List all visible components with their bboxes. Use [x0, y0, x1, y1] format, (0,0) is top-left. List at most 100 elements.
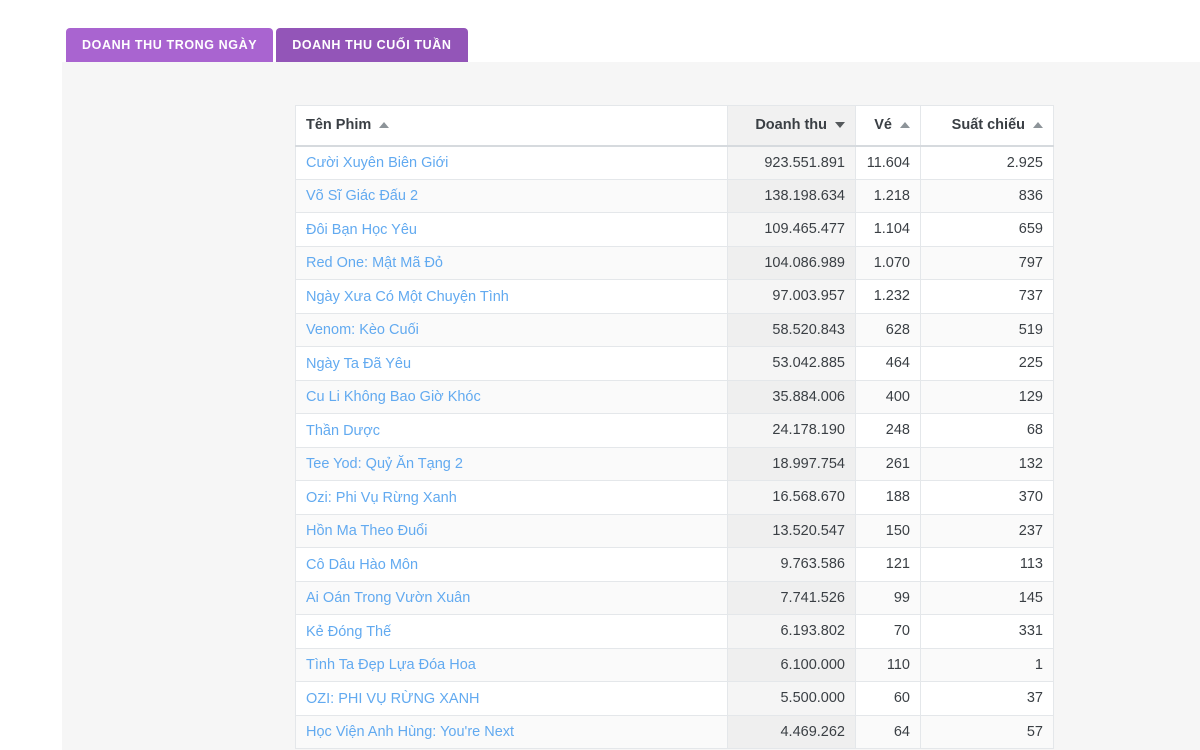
- cell-tick: 248: [855, 413, 921, 448]
- cell-tick: 628: [855, 312, 921, 347]
- movie-title-link[interactable]: Ozi: Phi Vụ Rừng Xanh: [306, 490, 457, 506]
- cell-rev: 6.193.802: [727, 614, 856, 649]
- movie-title-link[interactable]: Cô Dâu Hào Môn: [306, 557, 418, 573]
- cell-value: 737: [1018, 288, 1043, 305]
- cell-name: Thần Dược: [295, 413, 728, 448]
- movie-title-link[interactable]: Tình Ta Đẹp Lựa Đóa Hoa: [306, 657, 476, 673]
- cell-tick: 64: [855, 714, 921, 749]
- movie-title-link[interactable]: Tee Yod: Quỷ Ăn Tạng 2: [306, 456, 463, 472]
- cell-rev: 58.520.843: [727, 312, 856, 347]
- page-root: Doanh thu trong ngày Doanh thu cuối tuần …: [0, 0, 1200, 750]
- cell-value: 248: [885, 422, 910, 439]
- movie-title-link[interactable]: Thần Dược: [306, 423, 380, 439]
- cell-name: Cô Dâu Hào Môn: [295, 547, 728, 582]
- cell-value: 16.568.670: [772, 489, 845, 506]
- movie-title-link[interactable]: Võ Sĩ Giác Đấu 2: [306, 188, 418, 204]
- movie-title-link[interactable]: Hồn Ma Theo Đuổi: [306, 523, 427, 539]
- cell-value: 99: [893, 589, 910, 606]
- cell-rev: 13.520.547: [727, 513, 856, 548]
- cell-tick: 1.218: [855, 178, 921, 213]
- cell-show: 37: [920, 681, 1054, 716]
- movie-title-link[interactable]: Ai Oán Trong Vườn Xuân: [306, 590, 470, 606]
- movie-title-link[interactable]: Học Viện Anh Hùng: You're Next: [306, 724, 514, 740]
- tab-bar: Doanh thu trong ngày Doanh thu cuối tuần: [62, 0, 1200, 62]
- movie-title-link[interactable]: Venom: Kèo Cuối: [306, 322, 419, 338]
- cell-tick: 1.232: [855, 279, 921, 314]
- sort-asc-icon[interactable]: [900, 122, 910, 129]
- cell-value: 797: [1018, 254, 1043, 271]
- movie-title-link[interactable]: Red One: Mật Mã Đỏ: [306, 255, 443, 271]
- column-header-rev[interactable]: Doanh thu: [727, 105, 856, 147]
- cell-tick: 1.070: [855, 245, 921, 280]
- cell-show: 113: [920, 547, 1054, 582]
- cell-value: 68: [1026, 422, 1043, 439]
- column-header-inner: Tên Phim: [306, 117, 717, 133]
- sort-asc-icon[interactable]: [379, 122, 390, 129]
- table-row: Tình Ta Đẹp Lựa Đóa Hoa 6.100.000 110 1: [295, 647, 1054, 682]
- cell-tick: 70: [855, 614, 921, 649]
- tab-0[interactable]: Doanh thu trong ngày: [66, 28, 274, 62]
- movie-title-link[interactable]: Cười Xuyên Biên Giới: [306, 155, 448, 171]
- movie-title-link[interactable]: OZI: PHI VỤ RỪNG XANH: [306, 691, 480, 707]
- cell-show: 1: [920, 647, 1054, 682]
- cell-show: 519: [920, 312, 1054, 347]
- table-row: Tee Yod: Quỷ Ăn Tạng 2 18.997.754 261 132: [295, 446, 1054, 481]
- cell-rev: 138.198.634: [727, 178, 856, 213]
- table-row: Red One: Mật Mã Đỏ 104.086.989 1.070 797: [295, 245, 1054, 280]
- cell-value: 57: [1026, 723, 1043, 740]
- table-row: OZI: PHI VỤ RỪNG XANH 5.500.000 60 37: [295, 681, 1054, 716]
- cell-value: 6.193.802: [780, 623, 845, 640]
- cell-value: 370: [1018, 489, 1043, 506]
- cell-name: OZI: PHI VỤ RỪNG XANH: [295, 681, 728, 716]
- cell-value: 5.500.000: [780, 690, 845, 707]
- cell-value: 836: [1018, 187, 1043, 204]
- table-row: Cười Xuyên Biên Giới 923.551.891 11.604 2.9…: [295, 145, 1054, 180]
- cell-value: 37: [1026, 690, 1043, 707]
- cell-value: 1.218: [873, 187, 910, 204]
- cell-value: 121: [885, 556, 910, 573]
- cell-show: 659: [920, 212, 1054, 247]
- cell-value: 110: [886, 656, 910, 673]
- cell-rev: 97.003.957: [727, 279, 856, 314]
- cell-value: 4.469.262: [780, 723, 845, 740]
- tab-1[interactable]: Doanh thu cuối tuần: [276, 28, 468, 62]
- cell-value: 60: [893, 690, 910, 707]
- column-header-inner: Vé: [866, 117, 910, 133]
- cell-tick: 188: [855, 480, 921, 515]
- cell-tick: 150: [855, 513, 921, 548]
- movie-title-link[interactable]: Đôi Bạn Học Yêu: [306, 222, 417, 238]
- cell-name: Ai Oán Trong Vườn Xuân: [295, 580, 728, 615]
- cell-rev: 104.086.989: [727, 245, 856, 280]
- movie-title-link[interactable]: Kẻ Đóng Thế: [306, 624, 391, 640]
- cell-value: 53.042.885: [772, 355, 845, 372]
- cell-name: Đôi Bạn Học Yêu: [295, 212, 728, 247]
- movie-title-link[interactable]: Cu Li Không Bao Giờ Khóc: [306, 389, 481, 405]
- column-header-inner: Suất chiếu: [931, 117, 1043, 133]
- cell-show: 797: [920, 245, 1054, 280]
- cell-tick: 1.104: [855, 212, 921, 247]
- table-row: Kẻ Đóng Thế 6.193.802 70 331: [295, 614, 1054, 649]
- table-row: Võ Sĩ Giác Đấu 2 138.198.634 1.218 836: [295, 178, 1054, 213]
- cell-value: 237: [1018, 522, 1043, 539]
- cell-rev: 6.100.000: [727, 647, 856, 682]
- column-header-name[interactable]: Tên Phim: [295, 105, 728, 147]
- cell-value: 97.003.957: [772, 288, 845, 305]
- cell-show: 225: [920, 346, 1054, 381]
- cell-value: 109.465.477: [764, 221, 845, 238]
- cell-rev: 16.568.670: [727, 480, 856, 515]
- cell-tick: 60: [855, 681, 921, 716]
- column-header-label: Suất chiếu: [951, 117, 1025, 134]
- column-header-label: Tên Phim: [306, 117, 372, 134]
- table-body: Cười Xuyên Biên Giới 923.551.891 11.604 2.9…: [295, 145, 1054, 749]
- cell-value: 7.741.526: [780, 589, 845, 606]
- sort-asc-icon[interactable]: [1033, 122, 1043, 129]
- movie-title-link[interactable]: Ngày Xưa Có Một Chuyện Tình: [306, 289, 509, 305]
- table-row: Cu Li Không Bao Giờ Khóc 35.884.006 400 129: [295, 379, 1054, 414]
- cell-tick: 400: [855, 379, 921, 414]
- column-header-show[interactable]: Suất chiếu: [920, 105, 1054, 147]
- movie-title-link[interactable]: Ngày Ta Đã Yêu: [306, 356, 411, 372]
- sort-desc-icon[interactable]: [835, 122, 845, 129]
- cell-name: Cười Xuyên Biên Giới: [295, 145, 728, 180]
- column-header-tick[interactable]: Vé: [855, 105, 921, 147]
- cell-name: Kẻ Đóng Thế: [295, 614, 728, 649]
